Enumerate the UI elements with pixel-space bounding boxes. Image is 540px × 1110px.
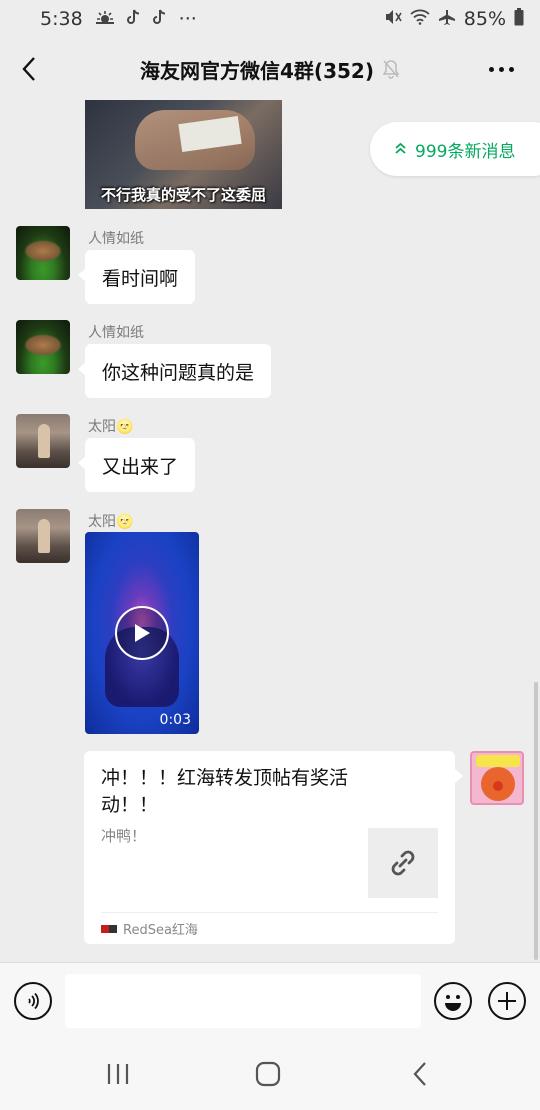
sender-name: 太阳🌝 bbox=[88, 419, 134, 435]
scrollbar[interactable] bbox=[534, 682, 538, 960]
new-messages-button[interactable]: 999条新消息 bbox=[370, 122, 540, 176]
back-button[interactable] bbox=[14, 54, 44, 84]
video-message[interactable]: 0:03 bbox=[85, 532, 199, 734]
chat-messages[interactable]: 不行我真的受不了这委屈 999条新消息 人情如纸 看时间啊 人情如纸 你这种问题… bbox=[0, 100, 540, 960]
link-description: 冲鸭！ bbox=[101, 827, 147, 845]
message-text: 看时间啊 bbox=[102, 267, 179, 290]
message-bubble[interactable]: 又出来了 bbox=[77, 438, 196, 492]
status-time: 5:38 bbox=[40, 8, 83, 30]
tiktok-icon bbox=[126, 9, 141, 29]
battery-icon bbox=[514, 8, 524, 30]
my-avatar[interactable] bbox=[470, 751, 524, 805]
emoji-icon[interactable] bbox=[434, 982, 472, 1020]
weather-icon bbox=[95, 9, 115, 29]
image-caption: 不行我真的受不了这委屈 bbox=[100, 186, 266, 204]
chevron-left-icon bbox=[22, 57, 35, 81]
avatar[interactable] bbox=[16, 509, 70, 563]
title-wrap: 海友网官方微信4群(352) bbox=[0, 40, 540, 98]
tiktok-icon bbox=[152, 9, 167, 29]
status-bar: 5:38 ··· 85% bbox=[0, 0, 540, 38]
avatar-nose bbox=[493, 781, 503, 791]
video-duration: 0:03 bbox=[159, 712, 191, 728]
message-input[interactable] bbox=[65, 974, 421, 1028]
more-dot bbox=[508, 66, 514, 72]
message-bubble[interactable]: 你这种问题真的是 bbox=[77, 344, 272, 398]
voice-icon[interactable] bbox=[14, 982, 52, 1020]
play-icon[interactable] bbox=[115, 606, 169, 660]
sender-name: 人情如纸 bbox=[88, 325, 144, 341]
bell-off-icon bbox=[382, 59, 400, 79]
sender-name: 人情如纸 bbox=[88, 231, 144, 247]
status-more-dots: ··· bbox=[178, 8, 197, 30]
message-text: 又出来了 bbox=[102, 455, 179, 478]
new-messages-label: 999条新消息 bbox=[415, 141, 516, 162]
link-source: RedSea红海 bbox=[101, 919, 198, 938]
input-bar bbox=[0, 962, 540, 1038]
battery-percent: 85% bbox=[463, 8, 506, 30]
avatar-tag bbox=[476, 755, 520, 767]
link-icon bbox=[368, 828, 438, 898]
divider bbox=[101, 912, 438, 913]
more-dot bbox=[498, 66, 504, 72]
system-navigation bbox=[0, 1038, 540, 1110]
more-dots-icon[interactable] bbox=[484, 54, 518, 84]
chat-title[interactable]: 海友网官方微信4群(352) bbox=[140, 55, 374, 84]
source-logo-icon bbox=[101, 924, 117, 933]
status-left: 5:38 ··· bbox=[40, 8, 197, 30]
link-card[interactable]: 冲！！！红海转发顶帖有奖活动！！ 冲鸭！ RedSea红海 bbox=[84, 751, 463, 944]
link-title: 冲！！！红海转发顶帖有奖活动！！ bbox=[101, 767, 349, 816]
source-name: RedSea红海 bbox=[123, 923, 198, 938]
double-chevron-up-icon bbox=[394, 142, 407, 157]
status-right: 85% bbox=[384, 8, 524, 30]
chat-header: 海友网官方微信4群(352) bbox=[0, 40, 540, 98]
avatar[interactable] bbox=[16, 414, 70, 468]
more-dot bbox=[488, 66, 494, 72]
plus-icon[interactable] bbox=[488, 982, 526, 1020]
mute-icon bbox=[384, 9, 402, 29]
avatar[interactable] bbox=[16, 320, 70, 374]
message-text: 你这种问题真的是 bbox=[102, 361, 255, 384]
airplane-icon bbox=[438, 9, 456, 29]
home-icon[interactable] bbox=[248, 1058, 288, 1090]
avatar[interactable] bbox=[16, 226, 70, 280]
image-message[interactable]: 不行我真的受不了这委屈 bbox=[85, 100, 282, 209]
message-bubble[interactable]: 看时间啊 bbox=[77, 250, 196, 304]
wifi-icon bbox=[410, 9, 430, 29]
sender-name: 太阳🌝 bbox=[88, 514, 134, 530]
back-icon[interactable] bbox=[400, 1058, 440, 1090]
recent-apps-icon[interactable] bbox=[98, 1058, 138, 1090]
